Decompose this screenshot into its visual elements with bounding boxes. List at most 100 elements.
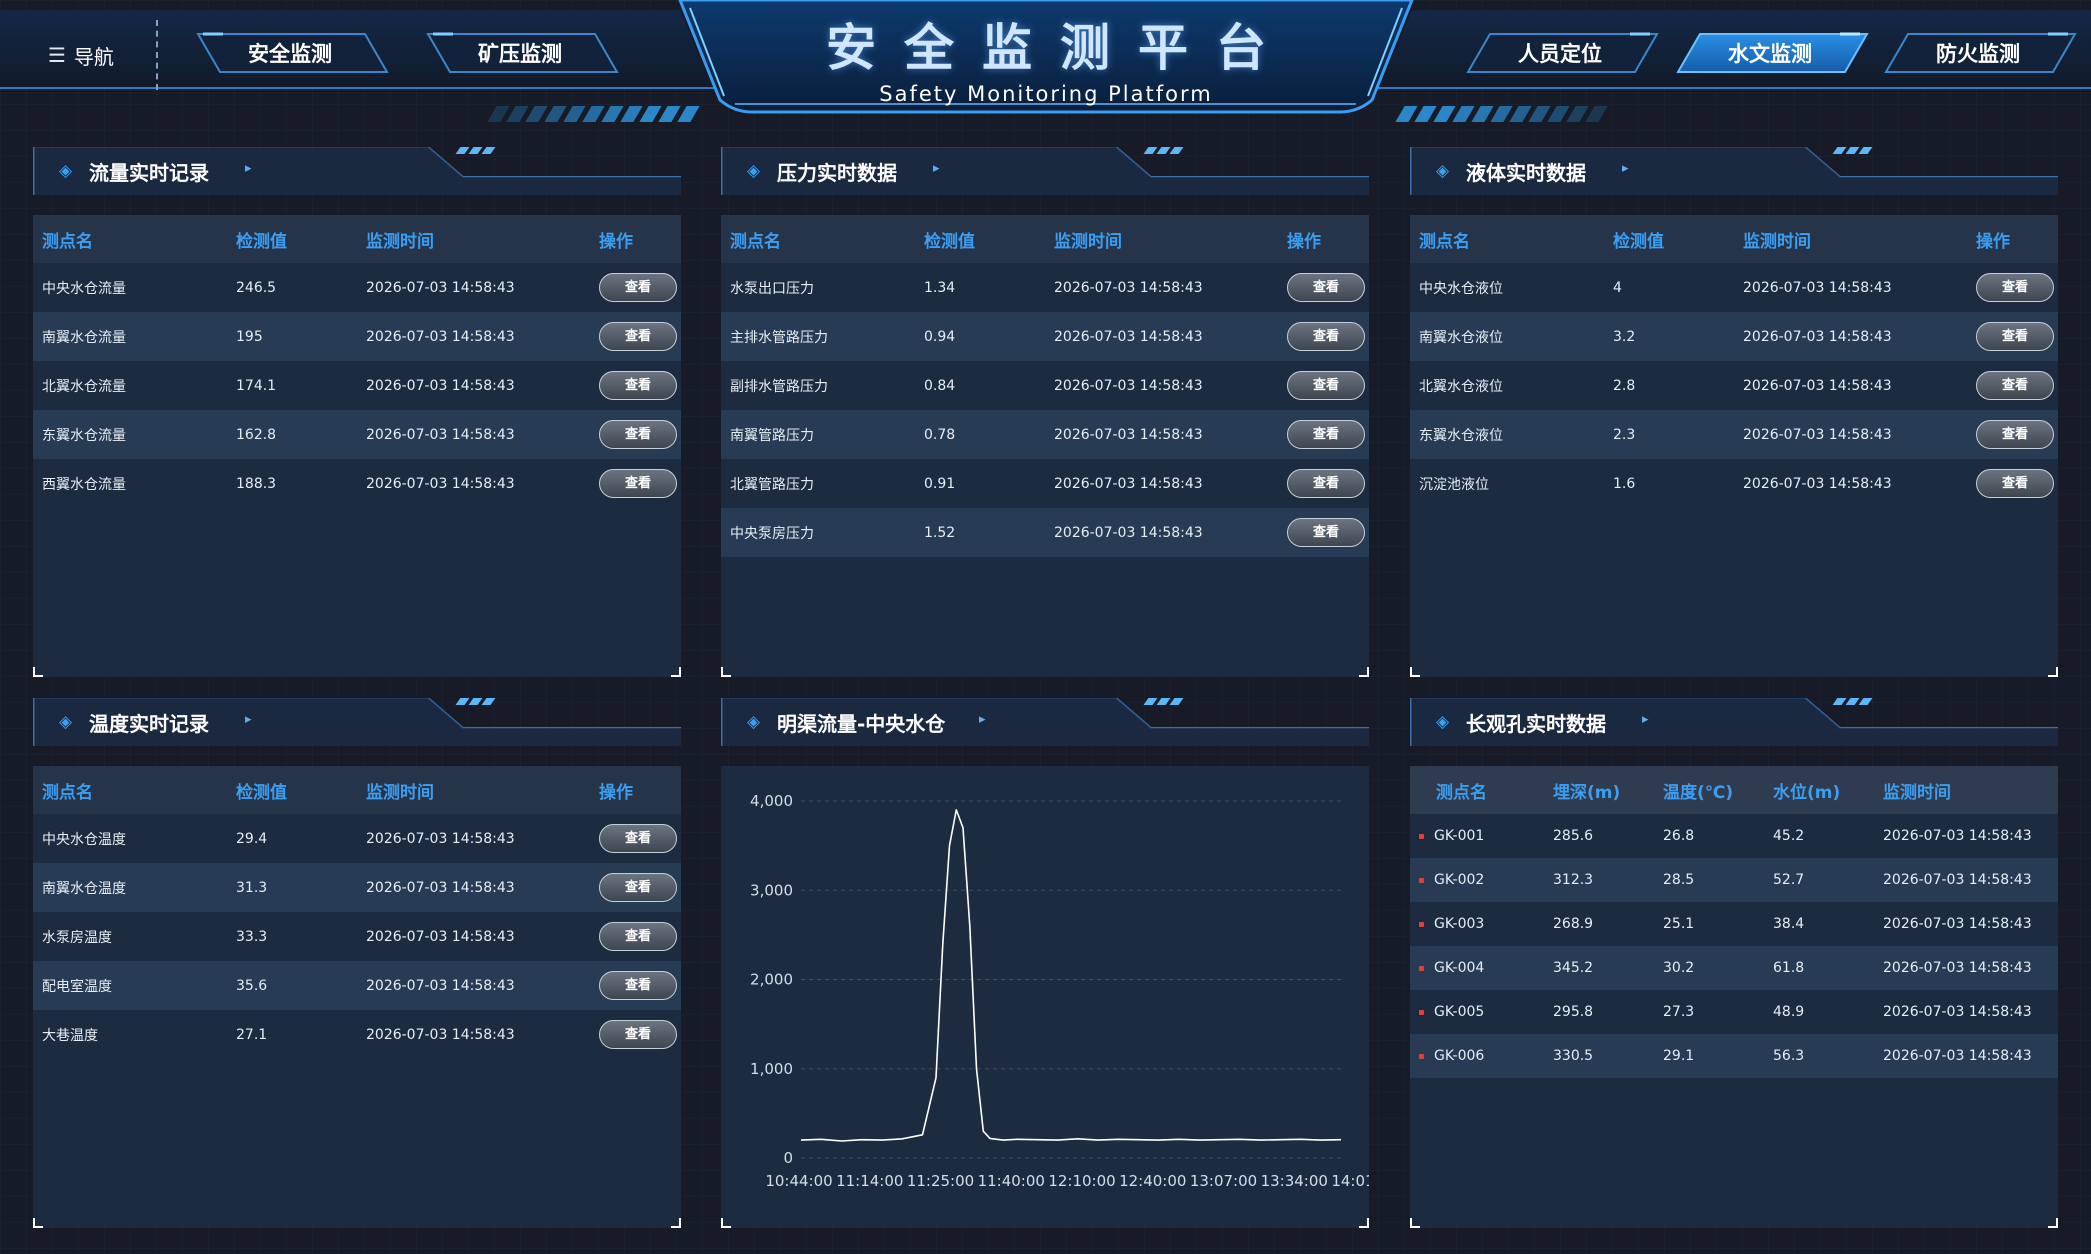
cell-value: 2.8: [1613, 377, 1636, 394]
cell-name: 中央水仓流量: [42, 280, 126, 297]
nav-menu-button[interactable]: ☰ 导航: [48, 40, 114, 70]
tab-fire-monitoring[interactable]: 防火监测: [1883, 32, 2077, 74]
column-header: 埋深(m): [1553, 782, 1621, 803]
cell-action: 查看: [1278, 508, 1369, 557]
view-button[interactable]: 查看: [1287, 273, 1365, 302]
panel-borehole-data: ◈ 长观孔实时数据 ▸ 测点名 埋深(m) 温度(℃) 水位(m) 监测时间 G…: [1410, 698, 2058, 1228]
chevron-right-icon: ▸: [245, 161, 252, 176]
x-tick-label: 11:25:00: [907, 1172, 974, 1190]
view-button[interactable]: 查看: [1287, 469, 1365, 498]
corner-mark: [671, 1218, 681, 1228]
diamond-icon: ◈: [59, 161, 73, 181]
diamond-icon: ◈: [747, 712, 761, 732]
cell-value: 1.34: [924, 279, 956, 296]
chevron-right-icon: ▸: [1642, 712, 1649, 727]
panel-header: ◈ 液体实时数据 ▸: [1410, 147, 2058, 195]
table-row: GK-001 285.6 26.8 45.2 2026-07-03 14:58:43: [1410, 814, 2058, 858]
cell-value: 2.3: [1613, 426, 1636, 443]
square-bullet-icon: [1419, 965, 1424, 971]
panel-body: 测点名 埋深(m) 温度(℃) 水位(m) 监测时间 GK-001 285.6 26…: [1410, 766, 2058, 1228]
column-header: 操作: [1976, 231, 2010, 252]
cell-level: 56.3: [1773, 1048, 1805, 1064]
header-stripes-left: [487, 106, 700, 122]
header-deco: [455, 698, 496, 705]
cell-level: 52.7: [1773, 872, 1805, 888]
cell-time: 2026-07-03 14:58:43: [1054, 475, 1203, 492]
cell-name: GK-001: [1410, 814, 1544, 858]
view-button[interactable]: 查看: [1976, 420, 2054, 449]
cell-name: 南翼水仓温度: [42, 880, 126, 897]
tab-hydrology[interactable]: 水文监测: [1675, 32, 1869, 74]
series-line: [800, 809, 1342, 1142]
cell-name: 配电室温度: [42, 978, 112, 995]
view-button[interactable]: 查看: [599, 371, 677, 400]
cell-action: 查看: [590, 814, 681, 863]
cell-level: 61.8: [1773, 960, 1805, 976]
table-header-row: 测点名 检测值 监测时间 操作: [721, 215, 1369, 263]
tab-safety-monitoring[interactable]: 安全监测: [195, 32, 389, 74]
column-header: 监测时间: [1883, 782, 1951, 803]
table-row: GK-002 312.3 28.5 52.7 2026-07-03 14:58:43: [1410, 858, 2058, 902]
view-button[interactable]: 查看: [1976, 322, 2054, 351]
table-row: 北翼水仓流量 174.1 2026-07-03 14:58:43 查看: [33, 361, 681, 410]
view-button[interactable]: 查看: [1976, 469, 2054, 498]
table-row: 西翼水仓流量 188.3 2026-07-03 14:58:43 查看: [33, 459, 681, 508]
header-deco: [1832, 698, 1873, 705]
x-tick-label: 13:34:00: [1261, 1172, 1328, 1190]
cell-value: 174.1: [236, 377, 277, 394]
view-button[interactable]: 查看: [599, 1020, 677, 1049]
view-button[interactable]: 查看: [599, 273, 677, 302]
cell-action: 查看: [590, 1010, 681, 1059]
square-bullet-icon: [1419, 921, 1424, 927]
corner-mark: [2048, 667, 2058, 677]
cell-time: 2026-07-03 14:58:43: [366, 426, 515, 443]
view-button[interactable]: 查看: [1976, 273, 2054, 302]
tab-rock-pressure[interactable]: 矿压监测: [425, 32, 619, 74]
cell-name: 南翼水仓流量: [42, 329, 126, 346]
view-button[interactable]: 查看: [599, 824, 677, 853]
cell-name: 北翼水仓流量: [42, 378, 126, 395]
view-button[interactable]: 查看: [1976, 371, 2054, 400]
corner-mark: [33, 1218, 43, 1228]
diamond-icon: ◈: [1436, 712, 1450, 732]
view-button[interactable]: 查看: [599, 469, 677, 498]
column-header: 测点名: [1436, 782, 1487, 803]
gk-name: GK-001: [1434, 828, 1485, 844]
cell-time: 2026-07-03 14:58:43: [1054, 279, 1203, 296]
view-button[interactable]: 查看: [599, 322, 677, 351]
cell-value: 0.78: [924, 426, 956, 443]
pressure-table: 测点名 检测值 监测时间 操作 水泵出口压力 1.34 2026-07-03 14:…: [721, 215, 1369, 557]
header-stripes-right: [1395, 106, 1608, 122]
view-button[interactable]: 查看: [599, 420, 677, 449]
chevron-right-icon: ▸: [979, 712, 986, 727]
panel-title: 明渠流量-中央水仓: [777, 712, 946, 736]
view-button[interactable]: 查看: [1287, 518, 1365, 547]
flow-line-chart: 01,0002,0003,0004,00010:44:00 11:14:00 11:…: [750, 792, 1369, 1190]
cell-temp: 27.3: [1663, 1004, 1695, 1020]
view-button[interactable]: 查看: [599, 922, 677, 951]
cell-value: 188.3: [236, 475, 277, 492]
panel-pressure-data: ◈ 压力实时数据 ▸ 测点名 检测值 监测时间 操作 水泵出口压力 1.34 202…: [721, 147, 1369, 677]
cell-action: 查看: [1967, 361, 2058, 410]
header-deco: [1832, 147, 1873, 154]
view-button[interactable]: 查看: [599, 971, 677, 1000]
tab-personnel-location[interactable]: 人员定位: [1465, 32, 1659, 74]
panel-body: 测点名 检测值 监测时间 操作 水泵出口压力 1.34 2026-07-03 14:…: [721, 215, 1369, 677]
tab-label: 安全监测: [248, 42, 332, 66]
panel-title: 长观孔实时数据: [1466, 712, 1606, 736]
column-header: 检测值: [1613, 231, 1664, 252]
cell-name: 西翼水仓流量: [42, 476, 126, 493]
cell-temp: 30.2: [1663, 960, 1695, 976]
view-button[interactable]: 查看: [1287, 420, 1365, 449]
panel-header: ◈ 长观孔实时数据 ▸: [1410, 698, 2058, 746]
cell-depth: 285.6: [1553, 828, 1594, 844]
view-button[interactable]: 查看: [1287, 322, 1365, 351]
corner-mark: [721, 667, 731, 677]
x-tick-label: 11:40:00: [978, 1172, 1045, 1190]
view-button[interactable]: 查看: [599, 873, 677, 902]
table-row: 东翼水仓流量 162.8 2026-07-03 14:58:43 查看: [33, 410, 681, 459]
y-tick-label: 2,000: [750, 971, 793, 989]
cell-name: 北翼水仓液位: [1419, 378, 1503, 395]
cell-time: 2026-07-03 14:58:43: [366, 377, 515, 394]
view-button[interactable]: 查看: [1287, 371, 1365, 400]
